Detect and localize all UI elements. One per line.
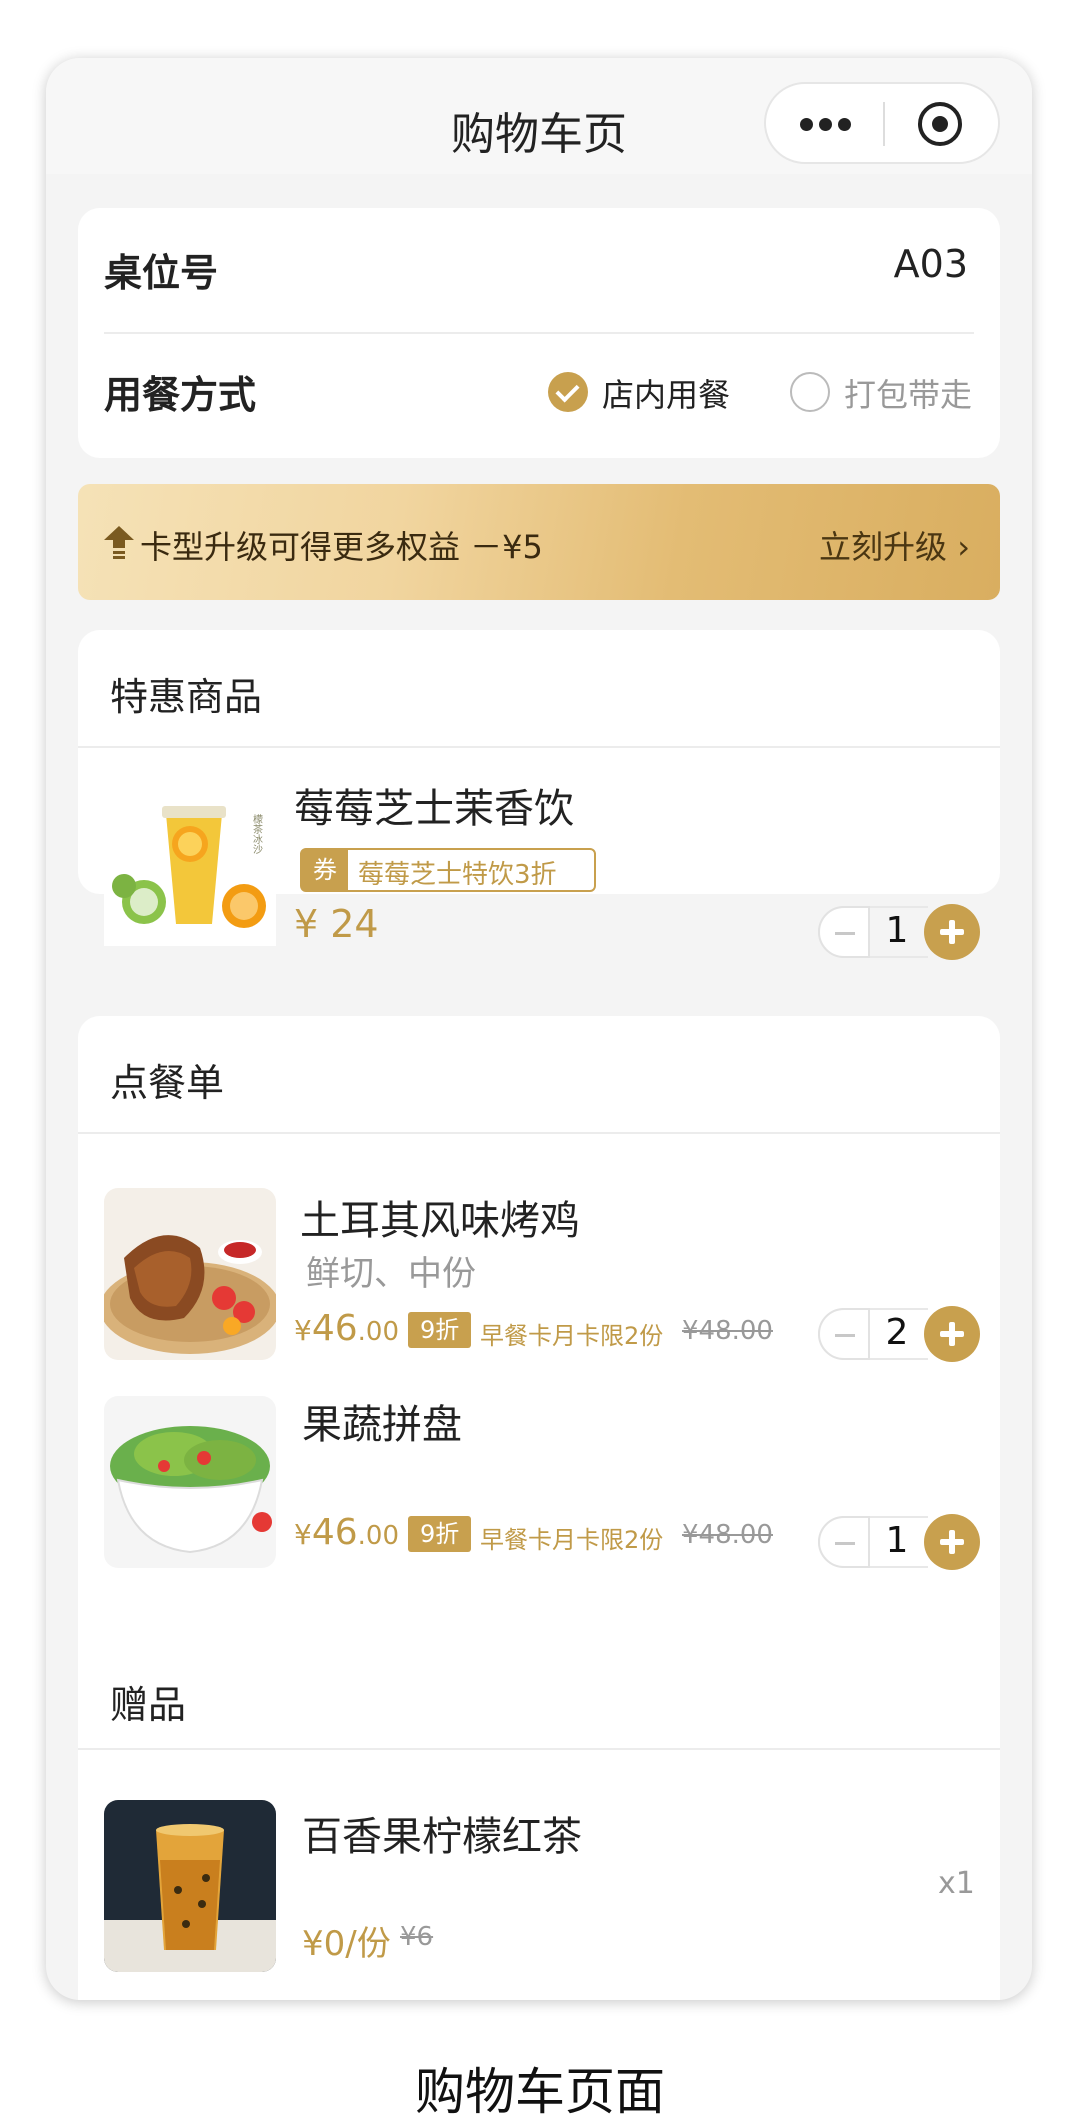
- order-item-name: 土耳其风味烤鸡: [300, 1198, 580, 1244]
- takeaway-label[interactable]: 打包带走: [844, 370, 972, 416]
- roast-chicken-image: [104, 1188, 276, 1360]
- svg-text:檬茶冰沙: 檬茶冰沙: [251, 814, 263, 854]
- phone-frame: 购物车页 桌位号 A03 用餐方式 店内用餐 打包带走 卡型升级可得更多权益 －…: [46, 58, 1032, 2000]
- divider: [78, 746, 1000, 748]
- order-item-stepper: 1: [818, 1514, 980, 1570]
- divider: [78, 1748, 1000, 1750]
- special-offer-card: 特惠商品 檬茶冰沙 莓莓芝士茉香饮 券 莓莓芝士特饮3折 ¥ 24 1: [78, 630, 1000, 960]
- table-card: 桌位号 A03 用餐方式 店内用餐 打包带走: [78, 208, 1000, 458]
- special-item-name: 莓莓芝士茉香饮: [294, 786, 574, 832]
- limit-text: 早餐卡月卡限2份: [480, 1526, 664, 1554]
- discount-tag: 9折: [408, 1516, 472, 1552]
- special-item-price: ¥ 24: [294, 902, 379, 946]
- order-item-price: ¥46.00: [294, 1512, 399, 1553]
- gift-item-price: ¥0/份: [302, 1924, 391, 1964]
- special-offer-title: 特惠商品: [110, 675, 263, 719]
- plus-icon[interactable]: [924, 1306, 980, 1362]
- coupon-badge: 券: [302, 850, 348, 890]
- minus-icon[interactable]: [818, 906, 870, 958]
- order-list-card: 点餐单 土耳其风味烤鸡 鲜切、中份 ¥46.00 9折 早餐卡月卡限2份 ¥48…: [78, 1016, 1000, 2000]
- special-item-stepper: 1: [818, 904, 980, 960]
- order-item-price: ¥46.00: [294, 1308, 399, 1349]
- discount-tag: 9折: [408, 1312, 472, 1348]
- table-number-label: 桌位号: [104, 251, 219, 295]
- gift-title: 赠品: [110, 1683, 187, 1727]
- salad-image: [104, 1396, 276, 1568]
- quantity-value[interactable]: 1: [872, 1520, 922, 1561]
- coupon-tag: 券 莓莓芝士特饮3折: [300, 848, 596, 892]
- upgrade-now-link[interactable]: 立刻升级 ›: [819, 522, 970, 568]
- minus-icon[interactable]: [818, 1308, 870, 1360]
- quantity-value[interactable]: 1: [872, 910, 922, 951]
- minus-icon[interactable]: [818, 1516, 870, 1568]
- dine-in-radio[interactable]: [548, 372, 588, 412]
- passion-fruit-tea-image: [104, 1800, 276, 1972]
- miniprogram-capsule: [764, 82, 1000, 164]
- nav-bar: 购物车页: [46, 58, 1032, 174]
- coupon-text: 莓莓芝士特饮3折: [358, 860, 557, 890]
- order-item-spec: 鲜切、中份: [306, 1254, 476, 1294]
- gift-item-name: 百香果柠檬红茶: [302, 1814, 582, 1860]
- upgrade-banner-text: 卡型升级可得更多权益 －¥5: [140, 528, 543, 566]
- upgrade-arrow-icon: [104, 526, 134, 559]
- plus-icon[interactable]: [924, 1514, 980, 1570]
- gift-original-price: ¥6: [400, 1922, 434, 1952]
- plus-icon[interactable]: [924, 904, 980, 960]
- more-dots-icon[interactable]: [800, 114, 860, 134]
- quantity-value[interactable]: 2: [872, 1312, 922, 1353]
- order-item-stepper: 2: [818, 1306, 980, 1362]
- original-price: ¥48.00: [682, 1520, 773, 1550]
- divider: [78, 1132, 1000, 1134]
- order-list-title: 点餐单: [110, 1061, 225, 1105]
- takeaway-radio[interactable]: [790, 372, 830, 412]
- page-caption: 购物车页面: [415, 2063, 665, 2118]
- divider: [104, 332, 974, 334]
- dine-in-label[interactable]: 店内用餐: [602, 370, 730, 416]
- original-price: ¥48.00: [682, 1316, 773, 1346]
- limit-text: 早餐卡月卡限2份: [480, 1322, 664, 1350]
- order-item-name: 果蔬拼盘: [302, 1402, 462, 1448]
- dining-method-label: 用餐方式: [104, 373, 257, 417]
- drink-image: 檬茶冰沙: [104, 774, 276, 946]
- gift-quantity: x1: [938, 1866, 975, 1901]
- upgrade-banner[interactable]: 卡型升级可得更多权益 －¥5 立刻升级 ›: [78, 484, 1000, 600]
- capsule-divider: [883, 102, 885, 146]
- target-icon[interactable]: [918, 102, 962, 146]
- table-number-value: A03: [893, 242, 968, 286]
